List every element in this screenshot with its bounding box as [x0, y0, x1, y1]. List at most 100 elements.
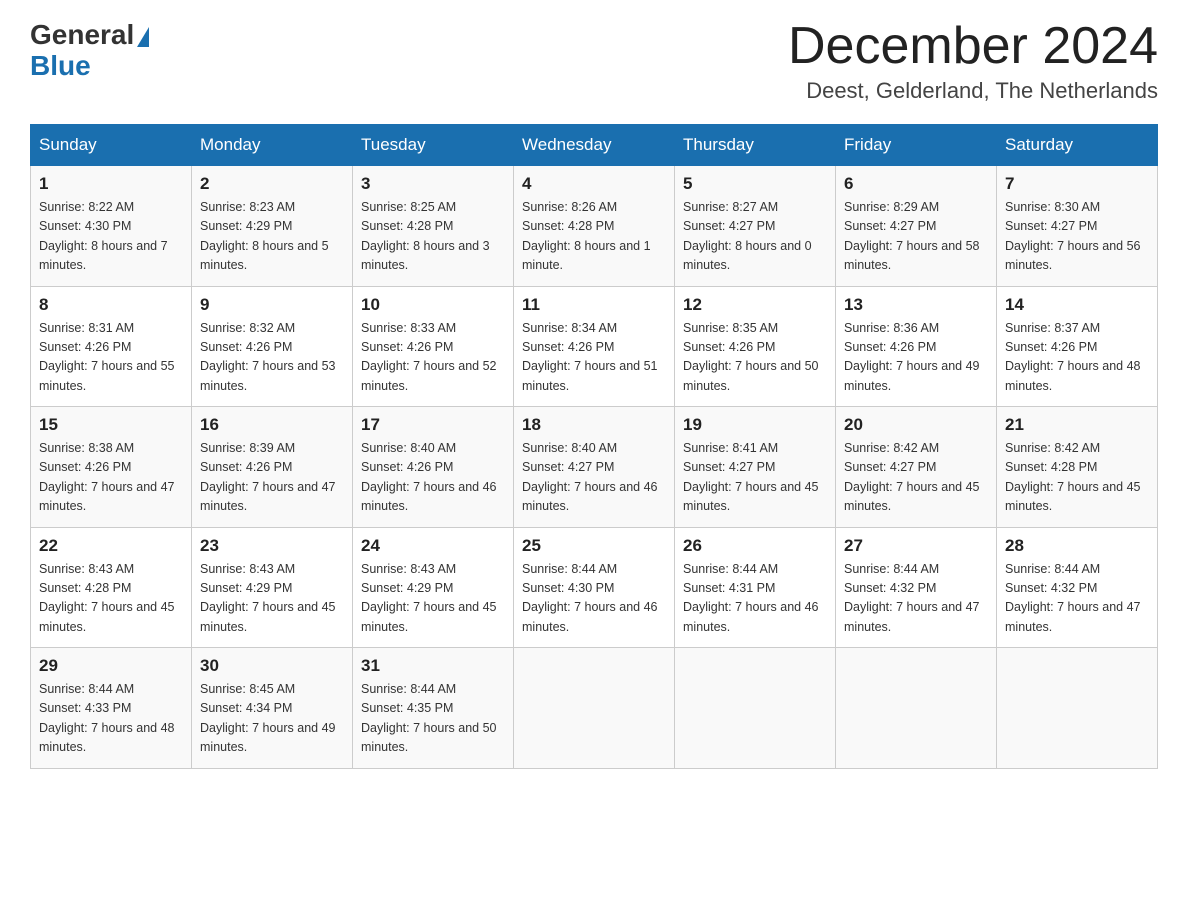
- day-info: Sunrise: 8:32 AMSunset: 4:26 PMDaylight:…: [200, 319, 344, 397]
- month-title: December 2024: [788, 20, 1158, 72]
- calendar-cell: 2 Sunrise: 8:23 AMSunset: 4:29 PMDaylight…: [192, 166, 353, 287]
- day-info: Sunrise: 8:44 AMSunset: 4:30 PMDaylight:…: [522, 560, 666, 638]
- day-info: Sunrise: 8:44 AMSunset: 4:31 PMDaylight:…: [683, 560, 827, 638]
- day-number: 1: [39, 174, 183, 194]
- calendar-cell: [514, 648, 675, 769]
- day-number: 11: [522, 295, 666, 315]
- logo: General Blue: [30, 20, 149, 82]
- day-number: 21: [1005, 415, 1149, 435]
- day-number: 5: [683, 174, 827, 194]
- weekday-header-sunday: Sunday: [31, 125, 192, 166]
- calendar-cell: 15 Sunrise: 8:38 AMSunset: 4:26 PMDayligh…: [31, 407, 192, 528]
- calendar-cell: 19 Sunrise: 8:41 AMSunset: 4:27 PMDayligh…: [675, 407, 836, 528]
- calendar-cell: 24Sunrise: 8:43 AMSunset: 4:29 PMDayligh…: [353, 527, 514, 648]
- day-info: Sunrise: 8:44 AMSunset: 4:33 PMDaylight:…: [39, 680, 183, 758]
- week-row-5: 29Sunrise: 8:44 AMSunset: 4:33 PMDayligh…: [31, 648, 1158, 769]
- day-info: Sunrise: 8:43 AMSunset: 4:29 PMDaylight:…: [361, 560, 505, 638]
- week-row-1: 1 Sunrise: 8:22 AMSunset: 4:30 PMDaylight…: [31, 166, 1158, 287]
- weekday-header-tuesday: Tuesday: [353, 125, 514, 166]
- day-number: 18: [522, 415, 666, 435]
- calendar-cell: 18 Sunrise: 8:40 AMSunset: 4:27 PMDayligh…: [514, 407, 675, 528]
- day-info: Sunrise: 8:37 AMSunset: 4:26 PMDaylight:…: [1005, 319, 1149, 397]
- calendar-cell: [997, 648, 1158, 769]
- calendar-cell: 23 Sunrise: 8:43 AMSunset: 4:29 PMDayligh…: [192, 527, 353, 648]
- day-info: Sunrise: 8:42 AMSunset: 4:28 PMDaylight:…: [1005, 439, 1149, 517]
- day-number: 3: [361, 174, 505, 194]
- calendar-cell: 8 Sunrise: 8:31 AMSunset: 4:26 PMDaylight…: [31, 286, 192, 407]
- page-header: General Blue December 2024 Deest, Gelder…: [30, 20, 1158, 104]
- calendar-cell: 6Sunrise: 8:29 AMSunset: 4:27 PMDaylight…: [836, 166, 997, 287]
- day-info: Sunrise: 8:45 AMSunset: 4:34 PMDaylight:…: [200, 680, 344, 758]
- calendar-cell: 31 Sunrise: 8:44 AMSunset: 4:35 PMDayligh…: [353, 648, 514, 769]
- calendar-cell: 11 Sunrise: 8:34 AMSunset: 4:26 PMDayligh…: [514, 286, 675, 407]
- day-info: Sunrise: 8:41 AMSunset: 4:27 PMDaylight:…: [683, 439, 827, 517]
- calendar-cell: 9 Sunrise: 8:32 AMSunset: 4:26 PMDaylight…: [192, 286, 353, 407]
- day-info: Sunrise: 8:38 AMSunset: 4:26 PMDaylight:…: [39, 439, 183, 517]
- calendar-cell: 4Sunrise: 8:26 AMSunset: 4:28 PMDaylight…: [514, 166, 675, 287]
- day-info: Sunrise: 8:40 AMSunset: 4:26 PMDaylight:…: [361, 439, 505, 517]
- week-row-4: 22 Sunrise: 8:43 AMSunset: 4:28 PMDayligh…: [31, 527, 1158, 648]
- logo-general-text: General: [30, 20, 149, 51]
- day-number: 23: [200, 536, 344, 556]
- day-number: 12: [683, 295, 827, 315]
- calendar-cell: [675, 648, 836, 769]
- calendar-cell: [836, 648, 997, 769]
- day-info: Sunrise: 8:40 AMSunset: 4:27 PMDaylight:…: [522, 439, 666, 517]
- day-number: 16: [200, 415, 344, 435]
- day-info: Sunrise: 8:22 AMSunset: 4:30 PMDaylight:…: [39, 198, 183, 276]
- day-info: Sunrise: 8:43 AMSunset: 4:29 PMDaylight:…: [200, 560, 344, 638]
- calendar-cell: 26 Sunrise: 8:44 AMSunset: 4:31 PMDayligh…: [675, 527, 836, 648]
- calendar-cell: 29Sunrise: 8:44 AMSunset: 4:33 PMDayligh…: [31, 648, 192, 769]
- calendar-cell: 20 Sunrise: 8:42 AMSunset: 4:27 PMDayligh…: [836, 407, 997, 528]
- day-number: 9: [200, 295, 344, 315]
- week-row-3: 15 Sunrise: 8:38 AMSunset: 4:26 PMDayligh…: [31, 407, 1158, 528]
- day-number: 17: [361, 415, 505, 435]
- day-number: 28: [1005, 536, 1149, 556]
- day-number: 2: [200, 174, 344, 194]
- calendar-cell: 7Sunrise: 8:30 AMSunset: 4:27 PMDaylight…: [997, 166, 1158, 287]
- day-number: 7: [1005, 174, 1149, 194]
- weekday-header-wednesday: Wednesday: [514, 125, 675, 166]
- logo-blue-text: Blue: [30, 51, 149, 82]
- day-number: 27: [844, 536, 988, 556]
- day-number: 20: [844, 415, 988, 435]
- day-info: Sunrise: 8:33 AMSunset: 4:26 PMDaylight:…: [361, 319, 505, 397]
- weekday-header-thursday: Thursday: [675, 125, 836, 166]
- day-number: 14: [1005, 295, 1149, 315]
- calendar-cell: 22 Sunrise: 8:43 AMSunset: 4:28 PMDayligh…: [31, 527, 192, 648]
- calendar-table: SundayMondayTuesdayWednesdayThursdayFrid…: [30, 124, 1158, 769]
- weekday-header-monday: Monday: [192, 125, 353, 166]
- calendar-cell: 3 Sunrise: 8:25 AMSunset: 4:28 PMDaylight…: [353, 166, 514, 287]
- calendar-cell: 1 Sunrise: 8:22 AMSunset: 4:30 PMDaylight…: [31, 166, 192, 287]
- day-number: 15: [39, 415, 183, 435]
- weekday-header-row: SundayMondayTuesdayWednesdayThursdayFrid…: [31, 125, 1158, 166]
- day-number: 25: [522, 536, 666, 556]
- day-info: Sunrise: 8:43 AMSunset: 4:28 PMDaylight:…: [39, 560, 183, 638]
- day-info: Sunrise: 8:44 AMSunset: 4:32 PMDaylight:…: [1005, 560, 1149, 638]
- day-number: 30: [200, 656, 344, 676]
- day-info: Sunrise: 8:42 AMSunset: 4:27 PMDaylight:…: [844, 439, 988, 517]
- day-number: 31: [361, 656, 505, 676]
- day-info: Sunrise: 8:44 AMSunset: 4:32 PMDaylight:…: [844, 560, 988, 638]
- day-info: Sunrise: 8:25 AMSunset: 4:28 PMDaylight:…: [361, 198, 505, 276]
- day-info: Sunrise: 8:26 AMSunset: 4:28 PMDaylight:…: [522, 198, 666, 276]
- day-number: 6: [844, 174, 988, 194]
- calendar-cell: 27 Sunrise: 8:44 AMSunset: 4:32 PMDayligh…: [836, 527, 997, 648]
- calendar-cell: 13Sunrise: 8:36 AMSunset: 4:26 PMDayligh…: [836, 286, 997, 407]
- day-info: Sunrise: 8:44 AMSunset: 4:35 PMDaylight:…: [361, 680, 505, 758]
- day-number: 22: [39, 536, 183, 556]
- day-info: Sunrise: 8:23 AMSunset: 4:29 PMDaylight:…: [200, 198, 344, 276]
- day-info: Sunrise: 8:39 AMSunset: 4:26 PMDaylight:…: [200, 439, 344, 517]
- day-info: Sunrise: 8:34 AMSunset: 4:26 PMDaylight:…: [522, 319, 666, 397]
- calendar-cell: 30 Sunrise: 8:45 AMSunset: 4:34 PMDayligh…: [192, 648, 353, 769]
- calendar-cell: 21 Sunrise: 8:42 AMSunset: 4:28 PMDayligh…: [997, 407, 1158, 528]
- weekday-header-saturday: Saturday: [997, 125, 1158, 166]
- day-number: 19: [683, 415, 827, 435]
- day-info: Sunrise: 8:31 AMSunset: 4:26 PMDaylight:…: [39, 319, 183, 397]
- day-number: 26: [683, 536, 827, 556]
- day-number: 8: [39, 295, 183, 315]
- day-info: Sunrise: 8:27 AMSunset: 4:27 PMDaylight:…: [683, 198, 827, 276]
- day-info: Sunrise: 8:35 AMSunset: 4:26 PMDaylight:…: [683, 319, 827, 397]
- calendar-cell: 17 Sunrise: 8:40 AMSunset: 4:26 PMDayligh…: [353, 407, 514, 528]
- day-number: 10: [361, 295, 505, 315]
